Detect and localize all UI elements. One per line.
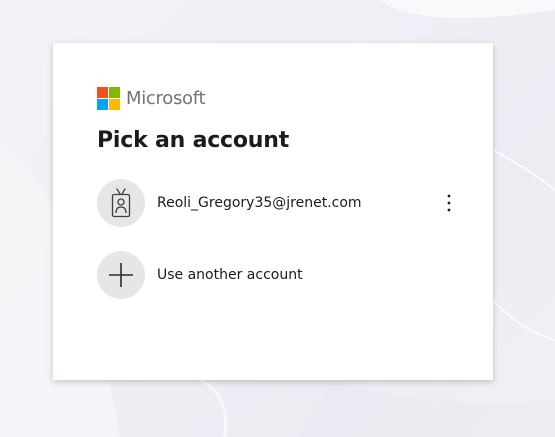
microsoft-logo-icon (97, 87, 120, 110)
logo-square-green (109, 87, 120, 98)
logo-square-yellow (109, 99, 120, 110)
avatar (97, 179, 145, 227)
account-email: Reoli_Gregory35@jrenet.com (157, 195, 362, 211)
plus-avatar (97, 251, 145, 299)
logo-square-red (97, 87, 108, 98)
logo-square-blue (97, 99, 108, 110)
account-tile[interactable]: Reoli_Gregory35@jrenet.com (97, 178, 451, 228)
account-picker-card: Microsoft Pick an account Reoli_Gregory3… (53, 43, 493, 380)
page-title: Pick an account (97, 128, 290, 153)
badge-icon (111, 188, 131, 218)
brand-header: Microsoft (97, 87, 206, 110)
brand-name: Microsoft (126, 88, 206, 109)
plus-icon (109, 263, 133, 287)
use-another-account-tile[interactable]: Use another account (97, 250, 449, 300)
use-another-account-label: Use another account (157, 267, 303, 283)
more-vertical-icon[interactable] (437, 191, 461, 215)
